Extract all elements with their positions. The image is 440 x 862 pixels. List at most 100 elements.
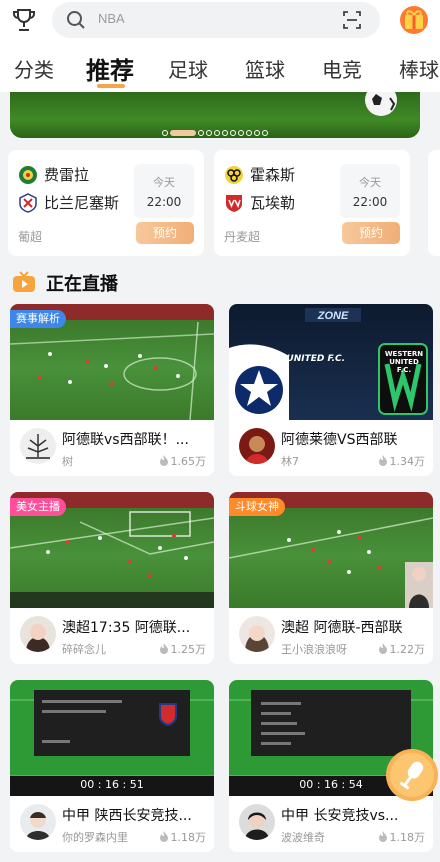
stream-title[interactable]: 中甲 陕西长安竞技...	[62, 805, 208, 825]
carousel-dot[interactable]	[246, 129, 252, 136]
carousel-dot[interactable]	[214, 129, 220, 136]
stream-title[interactable]: 澳超 阿德联-西部联	[281, 617, 427, 637]
stream-title[interactable]: 阿德联vs西部联！...	[62, 429, 208, 449]
top-bar: NBA	[0, 0, 440, 42]
search-bar[interactable]: NBA	[52, 2, 380, 38]
view-count: 1.25万	[159, 641, 206, 657]
stream-card[interactable]: 赛事解析 阿德联vs西部联！... 树 1.65万	[10, 304, 214, 476]
match-card[interactable]: 费雷拉 比兰尼塞斯 今天 22:00 葡超 预约	[8, 150, 204, 256]
home-team: 霍森斯	[224, 164, 295, 186]
stream-card[interactable]: 斗球女神 澳超 阿德联-西部联 王小浪浪浪呀 1.22万	[229, 492, 433, 664]
flame-icon	[159, 455, 168, 466]
tab-category[interactable]: 分类	[14, 54, 54, 83]
streamer-avatar[interactable]	[239, 616, 275, 652]
flame-icon	[159, 831, 168, 842]
match-day: 今天	[153, 176, 175, 189]
streamer-name: 波波维奇	[281, 831, 325, 844]
flame-icon	[378, 831, 387, 842]
match-clock: 22:00	[352, 195, 388, 209]
stream-card[interactable]: ZONE ADELAIDE UNITED F.C. WESTERN UNITED…	[229, 304, 433, 476]
stream-card[interactable]: 美女主播 澳超17:35 阿德联... 碎碎念儿 1.25万	[10, 492, 214, 664]
carousel-dot[interactable]	[206, 129, 212, 136]
stream-info: 澳超 阿德联-西部联 王小浪浪浪呀 1.22万	[229, 608, 433, 664]
view-count: 1.34万	[378, 453, 425, 469]
carousel-dot[interactable]	[262, 129, 268, 136]
stream-thumbnail: 斗球女神	[229, 492, 433, 608]
club-crest-icon	[19, 165, 37, 184]
streamer-avatar[interactable]	[239, 428, 275, 464]
stream-thumbnail: 美女主播	[10, 492, 214, 608]
match-clock: 22:00	[146, 195, 182, 209]
stream-title[interactable]: 中甲 长安竞技vs...	[281, 805, 427, 825]
stream-info: 阿德联vs西部联！... 树 1.65万	[10, 420, 214, 476]
live-tv-icon	[13, 271, 35, 292]
active-tab-indicator	[97, 84, 125, 88]
away-team: 比兰尼塞斯	[18, 192, 119, 214]
carousel-dots	[10, 122, 420, 136]
view-count: 1.65万	[159, 453, 206, 469]
league-label: 丹麦超	[224, 230, 261, 244]
stream-info: 中甲 陕西长安竞技... 你的罗森内里 1.18万	[10, 796, 214, 852]
banner-carousel[interactable]	[10, 92, 420, 138]
match-time: 今天 22:00	[134, 164, 194, 218]
scan-icon[interactable]	[342, 10, 362, 30]
tab-football[interactable]: 足球	[168, 54, 208, 83]
tab-esports[interactable]: 电竞	[322, 54, 362, 83]
stream-tag: 斗球女神	[229, 498, 285, 516]
flame-icon	[378, 455, 387, 466]
stream-title[interactable]: 阿德莱德VS西部联	[281, 429, 427, 449]
view-count: 1.22万	[378, 641, 425, 657]
club-crest-icon	[19, 192, 37, 213]
tab-baseball[interactable]: 棒球	[399, 54, 439, 83]
stream-thumbnail: 00 : 16 : 51	[10, 680, 214, 796]
stream-info: 中甲 长安竞技vs... 波波维奇 1.18万	[229, 796, 433, 852]
soccer-ball-icon	[365, 92, 397, 116]
reserve-button[interactable]: 预约	[136, 222, 194, 244]
stream-tag: 美女主播	[10, 498, 66, 516]
category-tabs: 分类 推荐 足球 篮球 电竞 棒球	[0, 42, 440, 92]
away-team: 瓦埃勒	[224, 192, 295, 214]
tab-recommend[interactable]: 推荐	[86, 51, 134, 86]
streamer-name: 树	[62, 455, 73, 468]
trophy-icon[interactable]	[10, 6, 38, 34]
streamer-name: 碎碎念儿	[62, 643, 106, 656]
flame-icon	[378, 643, 387, 654]
home-team: 费雷拉	[18, 164, 89, 186]
gift-icon[interactable]	[396, 0, 432, 36]
home-club-text: ADELAIDE UNITED F.C.	[233, 354, 346, 364]
streamer-avatar[interactable]	[239, 804, 275, 840]
carousel-dot[interactable]	[222, 129, 228, 136]
club-crest-icon	[225, 165, 243, 184]
stream-tag: 赛事解析	[10, 310, 66, 328]
stream-info: 阿德莱德VS西部联 林7 1.34万	[229, 420, 433, 476]
carousel-dot[interactable]	[162, 129, 168, 136]
streamer-name: 林7	[281, 455, 299, 468]
microphone-fab-button[interactable]	[385, 748, 439, 802]
streamer-avatar[interactable]	[20, 428, 56, 464]
away-club-text: WESTERN UNITED F.C.	[384, 350, 424, 374]
search-icon	[67, 11, 85, 29]
streamer-avatar[interactable]	[20, 616, 56, 652]
view-count: 1.18万	[378, 829, 425, 845]
live-match-clock: 00 : 16 : 51	[80, 778, 144, 791]
league-label: 葡超	[18, 230, 43, 244]
carousel-dot[interactable]	[254, 129, 260, 136]
svg-text:ZONE: ZONE	[317, 310, 349, 322]
tab-basketball[interactable]: 篮球	[245, 54, 285, 83]
carousel-dot[interactable]	[230, 129, 236, 136]
streamer-name: 王小浪浪浪呀	[281, 643, 347, 656]
carousel-dot[interactable]	[198, 129, 204, 136]
carousel-dot-active[interactable]	[170, 129, 196, 136]
view-count: 1.18万	[159, 829, 206, 845]
streamer-avatar[interactable]	[20, 804, 56, 840]
next-match-card-edge[interactable]	[428, 150, 440, 256]
streamer-name: 你的罗森内里	[62, 831, 128, 844]
match-card[interactable]: 霍森斯 瓦埃勒 今天 22:00 丹麦超 预约	[214, 150, 410, 256]
search-placeholder: NBA	[98, 11, 125, 26]
stream-title[interactable]: 澳超17:35 阿德联...	[62, 617, 208, 637]
stream-info: 澳超17:35 阿德联... 碎碎念儿 1.25万	[10, 608, 214, 664]
stream-card[interactable]: 00 : 16 : 51 中甲 陕西长安竞技... 你的罗森内里 1.18万	[10, 680, 214, 852]
carousel-dot[interactable]	[238, 129, 244, 136]
club-crest-icon	[226, 194, 242, 212]
reserve-button[interactable]: 预约	[342, 222, 400, 244]
